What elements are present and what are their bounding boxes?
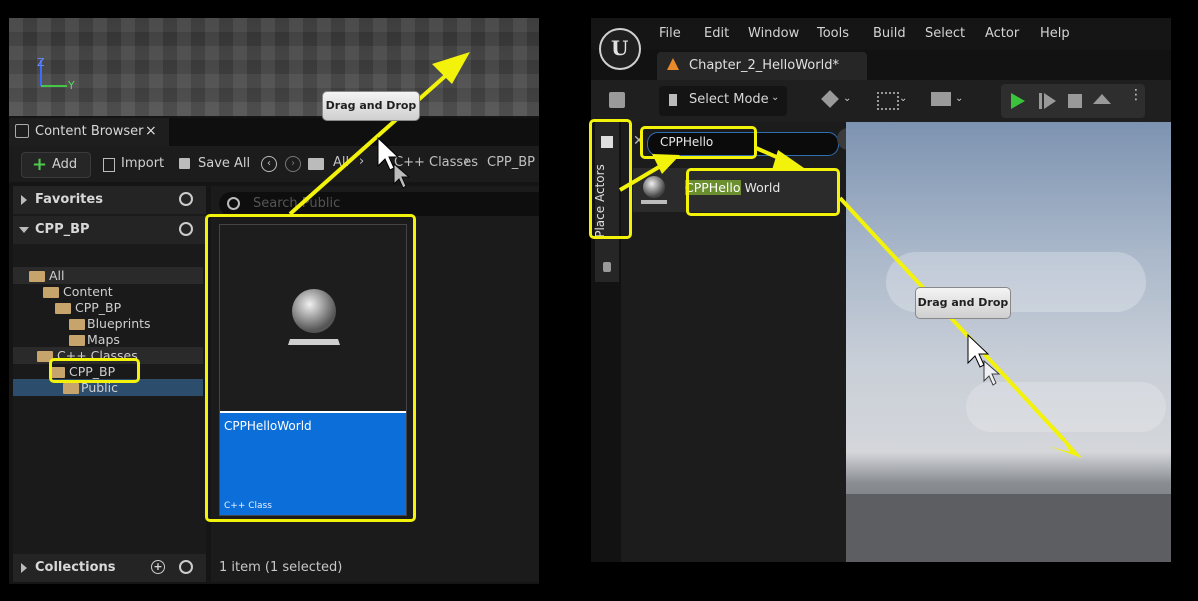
annotation-arrows — [288, 52, 1082, 458]
drag-drop-tooltip: Drag and Drop — [322, 91, 420, 121]
drag-drop-tooltip: Drag and Drop — [915, 287, 1011, 319]
drag-cursor-icon — [967, 333, 1001, 386]
drag-cursor-icon — [377, 136, 411, 189]
